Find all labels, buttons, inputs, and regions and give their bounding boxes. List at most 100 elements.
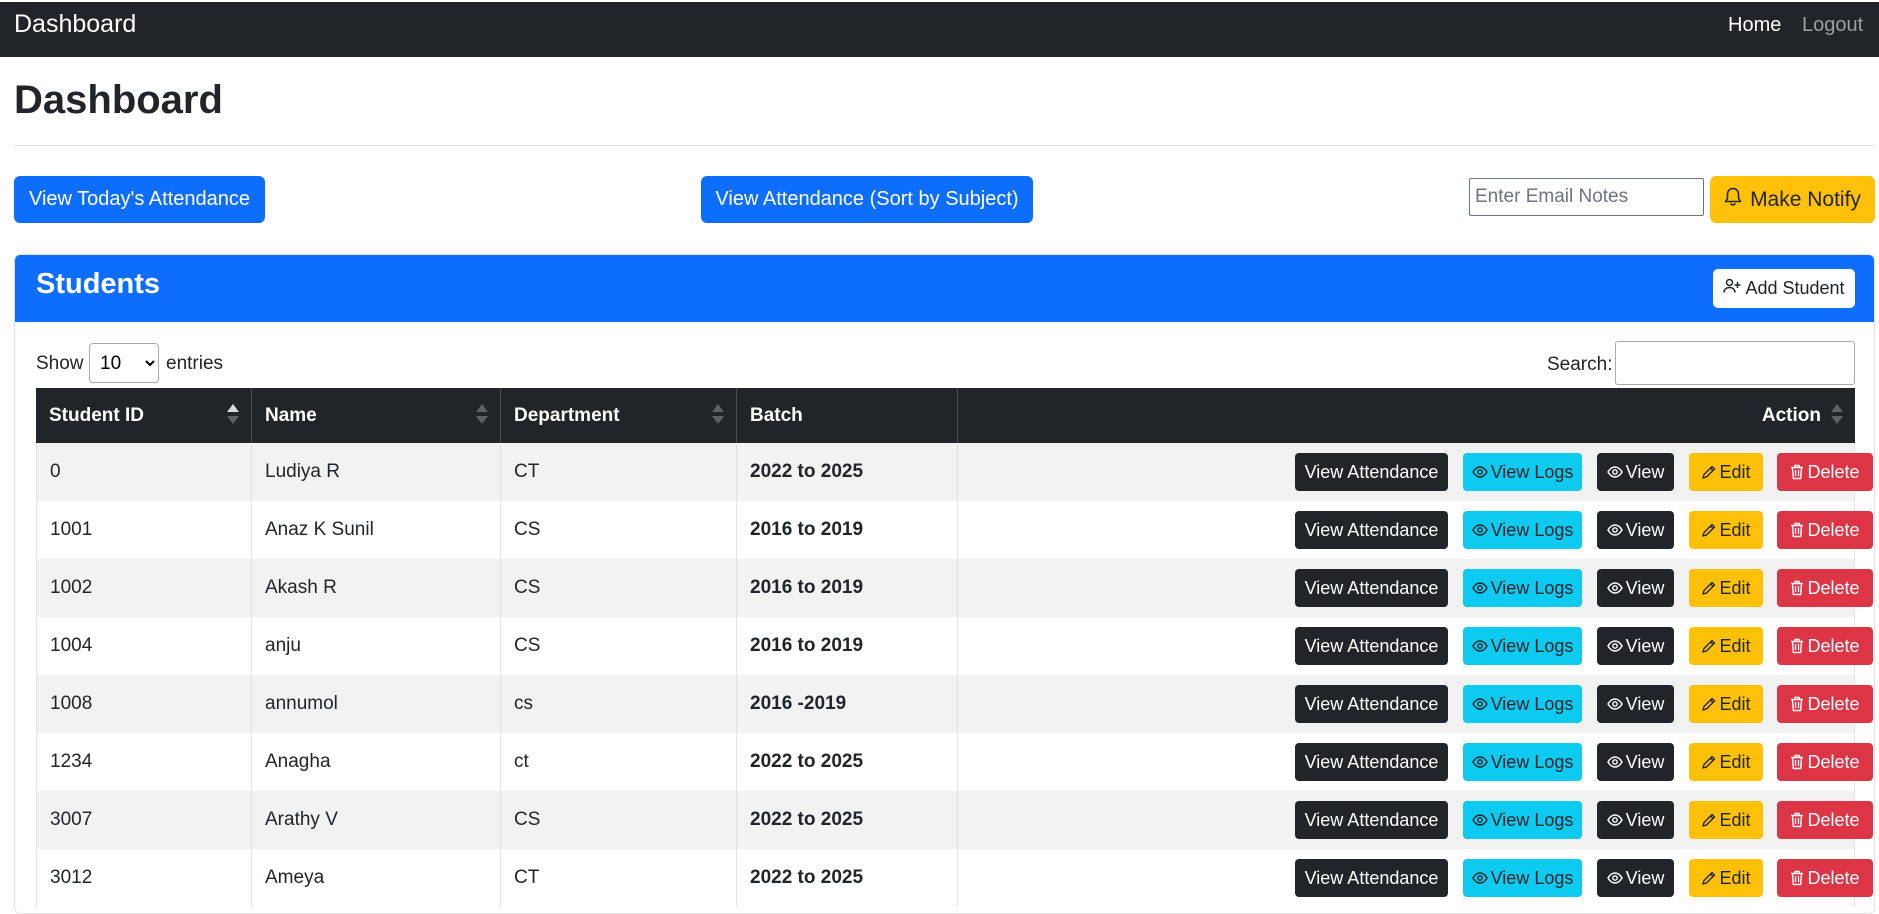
students-card: Students Add Student Show 10 25 50 100 e… — [14, 254, 1875, 914]
cell-actions: View Attendance View Logs View Edit Dele… — [958, 501, 1873, 559]
cell-name: Akash R — [252, 559, 501, 617]
edit-label: Edit — [1719, 577, 1751, 598]
view-button[interactable]: View — [1597, 859, 1674, 897]
trash-icon — [1790, 464, 1804, 480]
view-button[interactable]: View — [1597, 685, 1674, 723]
trash-icon — [1790, 580, 1804, 596]
edit-label: Edit — [1719, 751, 1751, 772]
view-attendance-label: View Attendance — [1304, 751, 1439, 772]
edit-label: Edit — [1719, 635, 1751, 656]
view-logs-button[interactable]: View Logs — [1463, 801, 1582, 839]
view-button[interactable]: View — [1597, 801, 1674, 839]
column-header-student-id[interactable]: Student ID — [36, 388, 252, 443]
view-logs-button[interactable]: View Logs — [1463, 627, 1582, 665]
view-attendance-sort-button[interactable]: View Attendance (Sort by Subject) — [701, 176, 1033, 223]
view-attendance-button[interactable]: View Attendance — [1295, 569, 1448, 607]
cell-name: Ludiya R — [252, 443, 501, 501]
column-header-batch: Batch — [737, 388, 958, 443]
view-logs-button[interactable]: View Logs — [1463, 453, 1582, 491]
show-label: Show — [36, 353, 84, 374]
edit-button[interactable]: Edit — [1689, 569, 1763, 607]
cell-batch: 2022 to 2025 — [737, 733, 958, 791]
view-logs-label: View Logs — [1490, 809, 1574, 830]
delete-button[interactable]: Delete — [1777, 569, 1873, 607]
cell-department: CT — [501, 849, 737, 907]
entries-per-page-select[interactable]: 10 25 50 100 — [89, 343, 159, 383]
make-notify-label: Make Notify — [1750, 187, 1861, 211]
table-search-input[interactable] — [1615, 341, 1855, 385]
view-logs-button[interactable]: View Logs — [1463, 743, 1582, 781]
edit-button[interactable]: Edit — [1689, 627, 1763, 665]
view-logs-button[interactable]: View Logs — [1463, 859, 1582, 897]
view-attendance-button[interactable]: View Attendance — [1295, 801, 1448, 839]
view-attendance-button[interactable]: View Attendance — [1295, 453, 1448, 491]
nav-link-home[interactable]: Home — [1728, 14, 1781, 37]
eye-icon — [1606, 582, 1623, 594]
nav-link-logout[interactable]: Logout — [1802, 14, 1863, 37]
view-button[interactable]: View — [1597, 569, 1674, 607]
view-logs-button[interactable]: View Logs — [1463, 569, 1582, 607]
edit-button[interactable]: Edit — [1689, 743, 1763, 781]
eye-icon — [1606, 640, 1623, 652]
cell-department: CS — [501, 559, 737, 617]
table-row: 1004 anju CS 2016 to 2019 View Attendanc… — [36, 617, 1873, 675]
view-logs-button[interactable]: View Logs — [1463, 685, 1582, 723]
delete-label: Delete — [1807, 751, 1860, 772]
view-button[interactable]: View — [1597, 743, 1674, 781]
cell-name: Anaz K Sunil — [252, 501, 501, 559]
navbar-brand[interactable]: Dashboard — [14, 10, 136, 39]
view-attendance-label: View Attendance — [1304, 635, 1439, 656]
pencil-icon — [1701, 639, 1716, 654]
delete-button[interactable]: Delete — [1777, 453, 1873, 491]
view-logs-button[interactable]: View Logs — [1463, 511, 1582, 549]
add-student-button[interactable]: Add Student — [1713, 269, 1855, 308]
cell-actions: View Attendance View Logs View Edit Dele… — [958, 675, 1873, 733]
top-navbar: Dashboard Home Logout — [0, 2, 1879, 57]
edit-label: Edit — [1719, 693, 1751, 714]
cell-name: annumol — [252, 675, 501, 733]
view-button[interactable]: View — [1597, 627, 1674, 665]
view-attendance-button[interactable]: View Attendance — [1295, 859, 1448, 897]
eye-icon — [1471, 756, 1488, 768]
table-row: 1002 Akash R CS 2016 to 2019 View Attend… — [36, 559, 1873, 617]
delete-label: Delete — [1807, 693, 1860, 714]
delete-button[interactable]: Delete — [1777, 743, 1873, 781]
view-attendance-button[interactable]: View Attendance — [1295, 685, 1448, 723]
eye-icon — [1471, 582, 1488, 594]
sort-icon — [712, 404, 724, 426]
view-today-attendance-button[interactable]: View Today's Attendance — [14, 176, 265, 223]
view-attendance-button[interactable]: View Attendance — [1295, 511, 1448, 549]
cell-department: ct — [501, 733, 737, 791]
delete-button[interactable]: Delete — [1777, 801, 1873, 839]
view-attendance-button[interactable]: View Attendance — [1295, 743, 1448, 781]
edit-label: Edit — [1719, 519, 1751, 540]
table-row: 1234 Anagha ct 2022 to 2025 View Attenda… — [36, 733, 1873, 791]
cell-student-id: 1002 — [36, 559, 252, 617]
delete-button[interactable]: Delete — [1777, 685, 1873, 723]
edit-button[interactable]: Edit — [1689, 685, 1763, 723]
column-header-department[interactable]: Department — [501, 388, 737, 443]
column-header-name[interactable]: Name — [252, 388, 501, 443]
delete-label: Delete — [1807, 809, 1860, 830]
bell-icon — [1724, 187, 1742, 213]
column-label: Student ID — [49, 404, 144, 426]
view-button[interactable]: View — [1597, 511, 1674, 549]
view-logs-label: View Logs — [1490, 577, 1574, 598]
delete-button[interactable]: Delete — [1777, 511, 1873, 549]
edit-button[interactable]: Edit — [1689, 859, 1763, 897]
edit-button[interactable]: Edit — [1689, 453, 1763, 491]
column-header-action[interactable]: Action — [958, 388, 1855, 443]
delete-label: Delete — [1807, 635, 1860, 656]
email-notes-input[interactable] — [1469, 178, 1704, 216]
delete-button[interactable]: Delete — [1777, 859, 1873, 897]
divider — [14, 145, 1874, 146]
delete-button[interactable]: Delete — [1777, 627, 1873, 665]
view-attendance-button[interactable]: View Attendance — [1295, 627, 1448, 665]
edit-button[interactable]: Edit — [1689, 511, 1763, 549]
view-button[interactable]: View — [1597, 453, 1674, 491]
make-notify-button[interactable]: Make Notify — [1710, 176, 1875, 223]
edit-button[interactable]: Edit — [1689, 801, 1763, 839]
view-logs-label: View Logs — [1490, 519, 1574, 540]
cell-batch: 2016 -2019 — [737, 675, 958, 733]
delete-label: Delete — [1807, 577, 1860, 598]
